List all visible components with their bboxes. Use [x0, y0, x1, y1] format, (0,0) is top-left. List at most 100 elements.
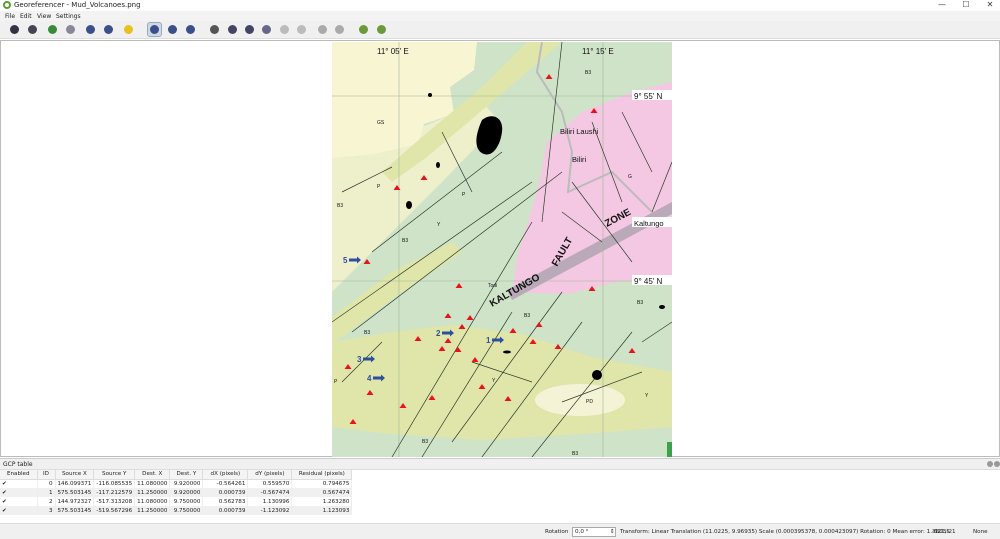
- menu-edit[interactable]: Edit: [20, 13, 32, 20]
- column-header[interactable]: Dest. X: [134, 470, 171, 480]
- local-histogram-stretch-icon[interactable]: [375, 23, 388, 36]
- status-bar: Rotation 0,0 ° ⇕ Transform: Linear Transl…: [0, 523, 1000, 539]
- start-georeferencing-icon-glyph: [28, 25, 37, 34]
- link-georef-to-qgis-icon-glyph: [318, 25, 327, 34]
- column-header[interactable]: dX (pixels): [202, 470, 249, 480]
- crs-label[interactable]: None: [973, 529, 988, 535]
- gcp-cell[interactable]: 575.503145: [55, 488, 95, 497]
- zoom-in-icon[interactable]: [226, 23, 239, 36]
- arrow-number: 4: [367, 374, 372, 383]
- gcp-cell[interactable]: 11.250000: [134, 506, 171, 515]
- column-header[interactable]: Source X: [55, 470, 95, 480]
- rotation-spinbox[interactable]: 0,0 ° ⇕: [572, 527, 616, 537]
- column-header[interactable]: Source Y: [93, 470, 136, 480]
- close-panel-icon[interactable]: [994, 461, 1000, 467]
- link-qgis-to-georef-icon[interactable]: [333, 23, 346, 36]
- gcp-cell[interactable]: 0.000739: [202, 506, 249, 515]
- gcp-cell[interactable]: 9.920000: [169, 479, 204, 488]
- gcp-cell[interactable]: 9.920000: [169, 488, 204, 497]
- maximize-button[interactable]: ☐: [956, 0, 976, 10]
- zoom-in-icon-glyph: [228, 25, 237, 34]
- gcp-cell[interactable]: 575.503145: [55, 506, 95, 515]
- local-histogram-stretch-icon-glyph: [377, 25, 386, 34]
- gcp-cell[interactable]: 144.972327: [55, 497, 95, 506]
- column-header[interactable]: Dest. Y: [169, 470, 204, 480]
- unit-label-g: G: [628, 174, 632, 180]
- gcp-row[interactable]: ✔ 0 146.099371 -116.085535 11.080000 9.920000…: [0, 479, 353, 488]
- menu-file[interactable]: File: [5, 13, 15, 20]
- zoom-last-icon[interactable]: [278, 23, 291, 36]
- move-gcp-point-icon[interactable]: [184, 23, 197, 36]
- pan-icon-glyph: [210, 25, 219, 34]
- start-georeferencing-icon[interactable]: [26, 23, 39, 36]
- delete-point-icon-glyph: [168, 25, 177, 34]
- save-gcp-points-icon[interactable]: [102, 23, 115, 36]
- gcp-cell[interactable]: 9.750000: [169, 497, 204, 506]
- gcp-row[interactable]: ✔ 3 575.503145 -519.567296 11.250000 9.750000…: [0, 506, 353, 515]
- column-header[interactable]: ID: [37, 470, 56, 480]
- transformation-settings-icon[interactable]: [122, 23, 135, 36]
- pan-icon[interactable]: [208, 23, 221, 36]
- gcp-table-panel-header: GCP table: [0, 458, 1000, 469]
- gcp-cell[interactable]: -1.123092: [247, 506, 293, 515]
- gcp-cell[interactable]: 2: [37, 497, 56, 506]
- enabled-checkbox[interactable]: ✔: [0, 479, 38, 488]
- generate-gdal-script-icon[interactable]: [64, 23, 77, 36]
- gcp-cell[interactable]: 11.080000: [134, 479, 171, 488]
- full-histogram-stretch-icon[interactable]: [357, 23, 370, 36]
- gcp-cell[interactable]: -117.212579: [93, 488, 136, 497]
- add-point-icon[interactable]: [147, 22, 162, 37]
- gcp-cell[interactable]: -517.313208: [93, 497, 136, 506]
- gcp-cell[interactable]: 3: [37, 506, 56, 515]
- rotation-value: 0,0 °: [575, 529, 589, 535]
- load-gcp-points-icon[interactable]: [84, 23, 97, 36]
- gcp-cell[interactable]: 1.130996: [247, 497, 293, 506]
- delete-point-icon[interactable]: [166, 23, 179, 36]
- gcp-cell[interactable]: 0.000739: [202, 488, 249, 497]
- grid-label-lat-1: 9° 55' N: [634, 92, 663, 101]
- column-header[interactable]: Residual (pixels): [291, 470, 353, 480]
- toolbar: [0, 21, 1000, 39]
- spinbox-arrows-icon[interactable]: ⇕: [610, 529, 615, 535]
- gcp-cell[interactable]: 1.123093: [291, 506, 353, 515]
- gcp-cell[interactable]: -519.567296: [93, 506, 136, 515]
- map-canvas[interactable]: 1 2 3 4 5 11° 05' E 11° 15' E 9° 55' N 9° 45…: [0, 40, 1000, 457]
- gcp-cell[interactable]: -0.564261: [202, 479, 249, 488]
- zoom-next-icon[interactable]: [295, 23, 308, 36]
- gcp-row[interactable]: ✔ 2 144.972327 -517.313208 11.080000 9.750000…: [0, 497, 353, 506]
- gcp-row[interactable]: ✔ 1 575.503145 -117.212579 11.250000 9.920000…: [0, 488, 353, 497]
- link-georef-to-qgis-icon[interactable]: [316, 23, 329, 36]
- gcp-cell[interactable]: 0.794675: [291, 479, 353, 488]
- gcp-cell[interactable]: 9.750000: [169, 506, 204, 515]
- gcp-cell[interactable]: 11.250000: [134, 488, 171, 497]
- minimize-button[interactable]: —: [932, 0, 952, 10]
- float-panel-icon[interactable]: [987, 461, 993, 467]
- close-button[interactable]: ✕: [980, 0, 1000, 10]
- gcp-cell[interactable]: 146.099371: [55, 479, 95, 488]
- zoom-out-icon[interactable]: [243, 23, 256, 36]
- zoom-to-layer-icon[interactable]: [260, 23, 273, 36]
- column-header[interactable]: Enabled: [0, 470, 38, 480]
- full-histogram-stretch-icon-glyph: [359, 25, 368, 34]
- menu-view[interactable]: View: [37, 13, 51, 20]
- window-title: Georeferencer - Mud_Volcanoes.png: [14, 1, 141, 9]
- arrow-number: 3: [357, 355, 362, 364]
- gcp-cell[interactable]: 0.567474: [291, 488, 353, 497]
- gcp-cell[interactable]: -116.085535: [93, 479, 136, 488]
- run-icon[interactable]: [46, 23, 59, 36]
- gcp-cell[interactable]: 0.562783: [202, 497, 249, 506]
- enabled-checkbox[interactable]: ✔: [0, 506, 38, 515]
- enabled-checkbox[interactable]: ✔: [0, 497, 38, 506]
- gcp-cell[interactable]: 0.559570: [247, 479, 293, 488]
- arrow-number: 2: [436, 329, 441, 338]
- gcp-cell[interactable]: 1: [37, 488, 56, 497]
- open-raster-icon[interactable]: [8, 23, 21, 36]
- enabled-checkbox[interactable]: ✔: [0, 488, 38, 497]
- gcp-cell[interactable]: 11.080000: [134, 497, 171, 506]
- gcp-cell[interactable]: -0.567474: [247, 488, 293, 497]
- unit-label-b3: B3: [524, 313, 530, 319]
- gcp-cell[interactable]: 0: [37, 479, 56, 488]
- column-header[interactable]: dY (pixels): [247, 470, 293, 480]
- gcp-cell[interactable]: 1.263280: [291, 497, 353, 506]
- menu-settings[interactable]: Settings: [56, 13, 81, 20]
